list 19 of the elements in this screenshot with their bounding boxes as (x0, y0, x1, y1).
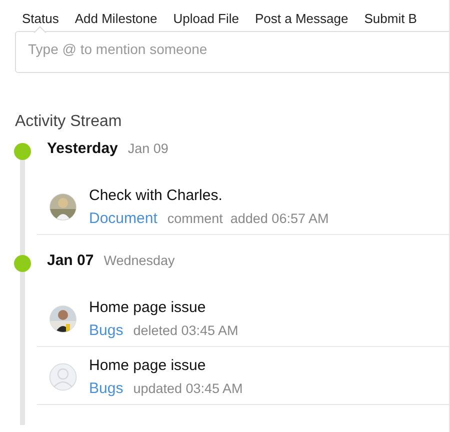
day-label: Jan 07 (47, 252, 94, 269)
activity-meta: comment added 06:57 AM (167, 211, 329, 226)
date-label: Jan 09 (128, 141, 168, 156)
date-label: Wednesday (104, 253, 175, 268)
tab[interactable]: Add Milestone (66, 10, 166, 31)
timeline-dot (14, 143, 31, 160)
day-label: Yesterday (47, 140, 118, 157)
activity-title: Home page issue (89, 357, 207, 374)
user-icon (49, 363, 77, 391)
activity-meta: updated 03:45 AM (133, 381, 243, 396)
activity-title: Check with Charles. (89, 187, 224, 204)
tab[interactable]: Post a Message (247, 10, 356, 31)
tab[interactable]: Upload File (165, 10, 248, 31)
section-title: Activity Stream (15, 113, 123, 131)
tab[interactable]: Submit B (356, 10, 425, 31)
activity-title: Home page issue (89, 299, 207, 316)
activity-meta: deleted 03:45 AM (133, 323, 238, 338)
timeline-dot (14, 255, 31, 272)
input-field[interactable]: Type @ to mention someone (15, 31, 449, 73)
